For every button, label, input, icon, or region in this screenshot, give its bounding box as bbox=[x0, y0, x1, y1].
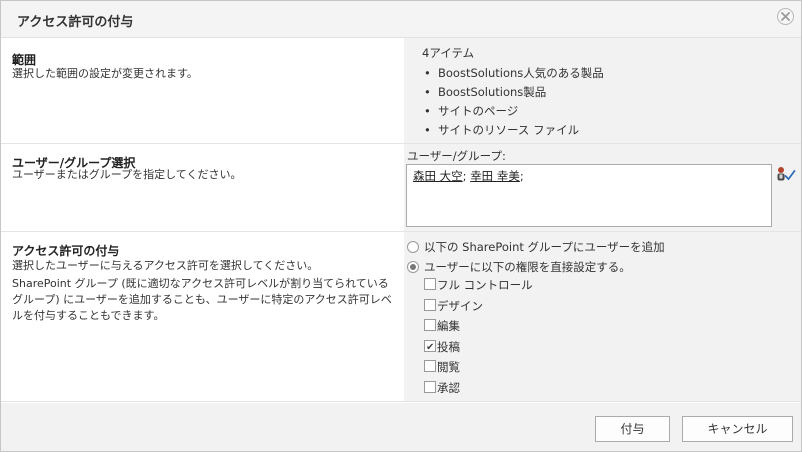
cancel-button[interactable]: キャンセル bbox=[682, 416, 793, 442]
user-group-description-panel: ユーザー/グループ選択 ユーザーまたはグループを指定してください。 bbox=[1, 144, 404, 231]
scope-description: 選択した範囲の設定が変更されます。 bbox=[12, 67, 198, 80]
direct-permission-label: ユーザーに以下の権限を直接設定する。 bbox=[424, 260, 631, 274]
resolved-user[interactable]: 森田 大空 bbox=[413, 169, 463, 183]
check-names-icon bbox=[777, 167, 796, 181]
permission-edit[interactable]: 編集 bbox=[424, 316, 460, 336]
user-group-section: ユーザー/グループ選択 ユーザーまたはグループを指定してください。 ユーザー/グ… bbox=[1, 144, 801, 232]
permission-label: 投稿 bbox=[437, 340, 460, 354]
check-names-button[interactable] bbox=[776, 166, 796, 182]
approve-checkbox[interactable] bbox=[424, 381, 436, 393]
permission-label: フル コントロール bbox=[437, 278, 533, 292]
edit-checkbox[interactable] bbox=[424, 319, 436, 331]
people-picker-input[interactable]: 森田 大空; 幸田 幸美; bbox=[406, 164, 772, 227]
permission-contribute[interactable]: 投稿 bbox=[424, 337, 460, 358]
list-item: サイトのリソース ファイル bbox=[424, 121, 604, 140]
permissions-section: アクセス許可の付与 選択したユーザーに与えるアクセス許可を選択してください。 S… bbox=[1, 232, 801, 402]
list-item: サイトのページ bbox=[424, 102, 604, 121]
permission-label: 承認 bbox=[437, 381, 460, 395]
permission-label: デザイン bbox=[437, 299, 483, 313]
list-item: BoostSolutions製品 bbox=[424, 83, 604, 102]
scope-section: 範囲 選択した範囲の設定が変更されます。 4アイテム BoostSolution… bbox=[1, 38, 801, 144]
permission-label: 編集 bbox=[437, 319, 460, 333]
user-group-input-panel: ユーザー/グループ: 森田 大空; 幸田 幸美; bbox=[404, 144, 801, 231]
add-to-group-label: 以下の SharePoint グループにユーザーを追加 bbox=[424, 240, 665, 254]
user-group-field-label: ユーザー/グループ: bbox=[407, 149, 506, 163]
close-button[interactable] bbox=[777, 8, 794, 25]
full-control-checkbox[interactable] bbox=[424, 278, 436, 290]
design-checkbox[interactable] bbox=[424, 299, 436, 311]
read-checkbox[interactable] bbox=[424, 360, 436, 372]
user-group-description: ユーザーまたはグループを指定してください。 bbox=[12, 168, 242, 181]
item-count: 4アイテム bbox=[422, 46, 475, 60]
scope-items-panel: 4アイテム BoostSolutions人気のある製品 BoostSolutio… bbox=[404, 38, 801, 143]
permission-label: 閲覧 bbox=[437, 360, 460, 374]
permissions-description: 選択したユーザーに与えるアクセス許可を選択してください。 bbox=[12, 259, 319, 272]
direct-permission-option[interactable]: ユーザーに以下の権限を直接設定する。 bbox=[407, 258, 631, 276]
list-item: BoostSolutions人気のある製品 bbox=[424, 64, 604, 83]
add-to-group-option[interactable]: 以下の SharePoint グループにユーザーを追加 bbox=[407, 238, 665, 256]
permissions-title: アクセス許可の付与 bbox=[12, 244, 120, 258]
contribute-checkbox[interactable] bbox=[424, 338, 436, 358]
add-to-group-radio[interactable] bbox=[407, 241, 419, 253]
permission-approve[interactable]: 承認 bbox=[424, 378, 460, 398]
close-icon bbox=[781, 12, 790, 21]
permission-design[interactable]: デザイン bbox=[424, 296, 483, 316]
permission-full-control[interactable]: フル コントロール bbox=[424, 275, 533, 295]
permissions-description-panel: アクセス許可の付与 選択したユーザーに与えるアクセス許可を選択してください。 S… bbox=[1, 232, 404, 401]
dialog-header: アクセス許可の付与 bbox=[1, 1, 801, 38]
direct-permission-radio[interactable] bbox=[407, 261, 419, 273]
scope-item-list: BoostSolutions人気のある製品 BoostSolutions製品 サ… bbox=[424, 64, 604, 140]
scope-description-panel: 範囲 選択した範囲の設定が変更されます。 bbox=[1, 38, 404, 143]
grant-permissions-dialog: アクセス許可の付与 範囲 選択した範囲の設定が変更されます。 4アイテム Boo… bbox=[0, 0, 802, 452]
permissions-options-panel: 以下の SharePoint グループにユーザーを追加 ユーザーに以下の権限を直… bbox=[404, 232, 801, 401]
resolved-user[interactable]: 幸田 幸美 bbox=[470, 169, 520, 183]
permission-read[interactable]: 閲覧 bbox=[424, 357, 460, 377]
dialog-title: アクセス許可の付与 bbox=[17, 15, 134, 30]
dialog-footer: 付与 キャンセル bbox=[1, 403, 801, 451]
user-separator: ; bbox=[519, 169, 524, 183]
permissions-help-text: SharePoint グループ (既に適切なアクセス許可レベルが割り当てられてい… bbox=[12, 277, 392, 322]
grant-button[interactable]: 付与 bbox=[595, 416, 670, 442]
